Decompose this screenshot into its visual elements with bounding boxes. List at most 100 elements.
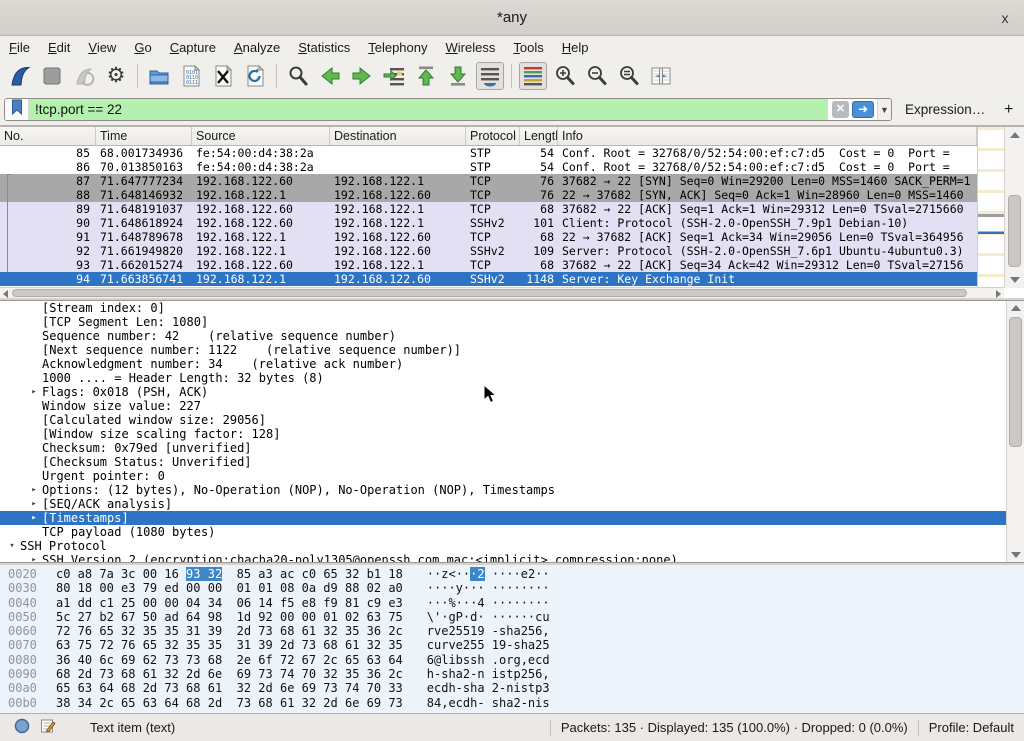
expander-icon[interactable]: ▸ bbox=[26, 497, 42, 511]
menu-capture[interactable]: Capture bbox=[161, 38, 225, 57]
capture-comment-button[interactable] bbox=[40, 718, 56, 737]
hex-row[interactable]: 003080 18 00 e3 79 ed 00 00 01 01 08 0a … bbox=[0, 581, 1024, 595]
column-header-time[interactable]: Time bbox=[96, 127, 192, 145]
auto-scroll-button[interactable] bbox=[476, 62, 504, 90]
detail-line-timestamps-selected[interactable]: ▸[Timestamps] bbox=[0, 511, 1006, 525]
profile-text[interactable]: Profile: Default bbox=[929, 720, 1014, 735]
packet-row-86[interactable]: 8670.013850163fe:54:00:d4:38:2aSTP54Conf… bbox=[0, 160, 977, 174]
menu-telephony[interactable]: Telephony bbox=[359, 38, 436, 57]
start-capture-button[interactable] bbox=[6, 62, 34, 90]
hex-row[interactable]: 007063 75 72 76 65 32 35 35 31 39 2d 73 … bbox=[0, 638, 1024, 652]
scrollbar-thumb[interactable] bbox=[1008, 195, 1021, 267]
column-header-no[interactable]: No. bbox=[0, 127, 96, 145]
zoom-out-button[interactable] bbox=[583, 62, 611, 90]
detail-line[interactable]: [Stream index: 0] bbox=[0, 301, 1024, 315]
restart-capture-button[interactable] bbox=[70, 62, 98, 90]
menu-file[interactable]: File bbox=[0, 38, 39, 57]
expression-button[interactable]: Expression… bbox=[905, 102, 985, 117]
close-window-button[interactable]: x bbox=[996, 9, 1014, 27]
column-header-destination[interactable]: Destination bbox=[330, 127, 466, 145]
column-header-length[interactable]: Length bbox=[520, 127, 558, 145]
scroll-right-arrow[interactable] bbox=[996, 290, 1001, 298]
go-last-button[interactable] bbox=[444, 62, 472, 90]
detail-line[interactable]: 1000 .... = Header Length: 32 bytes (8) bbox=[0, 371, 1024, 385]
scrollbar-thumb[interactable] bbox=[12, 289, 967, 297]
menu-view[interactable]: View bbox=[79, 38, 125, 57]
detail-line-options[interactable]: ▸Options: (12 bytes), No-Operation (NOP)… bbox=[0, 483, 1024, 497]
packet-row-91[interactable]: 9171.648789678192.168.122.1192.168.122.6… bbox=[0, 230, 977, 244]
capture-options-button[interactable]: ⚙ bbox=[102, 62, 130, 90]
close-file-button[interactable] bbox=[209, 62, 237, 90]
detail-line[interactable]: Sequence number: 42 (relative sequence n… bbox=[0, 329, 1024, 343]
hex-row[interactable]: 006072 76 65 32 35 35 31 39 2d 73 68 61 … bbox=[0, 624, 1024, 638]
column-header-info[interactable]: Info bbox=[558, 127, 977, 145]
hex-row[interactable]: 0020c0 a8 7a 3c 00 16 93 32 85 a3 ac c0 … bbox=[0, 567, 1024, 581]
menu-edit[interactable]: Edit bbox=[39, 38, 79, 57]
expander-icon[interactable]: ▸ bbox=[26, 553, 42, 563]
open-file-button[interactable] bbox=[145, 62, 173, 90]
go-to-packet-button[interactable] bbox=[380, 62, 408, 90]
packet-list-horizontal-scrollbar[interactable] bbox=[0, 287, 1004, 298]
hex-row[interactable]: 00505c 27 b2 67 50 ad 64 98 1d 92 00 00 … bbox=[0, 610, 1024, 624]
go-back-button[interactable] bbox=[316, 62, 344, 90]
go-forward-button[interactable] bbox=[348, 62, 376, 90]
expander-icon[interactable]: ▸ bbox=[26, 385, 42, 399]
packet-row-90[interactable]: 9071.648618924192.168.122.60192.168.122.… bbox=[0, 216, 977, 230]
column-header-source[interactable]: Source bbox=[192, 127, 330, 145]
zoom-reset-button[interactable] bbox=[615, 62, 643, 90]
detail-line[interactable]: [Window size scaling factor: 128] bbox=[0, 427, 1024, 441]
packet-row-93[interactable]: 9371.662015274192.168.122.60192.168.122.… bbox=[0, 258, 977, 272]
filter-add-button[interactable]: + bbox=[1004, 101, 1013, 119]
filter-apply-button[interactable]: ➜ bbox=[852, 101, 874, 118]
packet-list-vertical-scrollbar[interactable] bbox=[1004, 127, 1024, 288]
detail-line[interactable]: [TCP Segment Len: 1080] bbox=[0, 315, 1024, 329]
detail-line[interactable]: Checksum: 0x79ed [unverified] bbox=[0, 441, 1024, 455]
detail-line-ssh-protocol[interactable]: ▾SSH Protocol bbox=[0, 539, 1024, 553]
menu-wireless[interactable]: Wireless bbox=[437, 38, 505, 57]
detail-line[interactable]: Urgent pointer: 0 bbox=[0, 469, 1024, 483]
detail-line[interactable]: [Next sequence number: 1122 (relative se… bbox=[0, 343, 1024, 357]
hex-row[interactable]: 008036 40 6c 69 62 73 73 68 2e 6f 72 67 … bbox=[0, 653, 1024, 667]
packet-row-92[interactable]: 9271.661949820192.168.122.1192.168.122.6… bbox=[0, 244, 977, 258]
detail-vertical-scrollbar[interactable] bbox=[1006, 301, 1024, 562]
menu-tools[interactable]: Tools bbox=[504, 38, 552, 57]
menu-analyze[interactable]: Analyze bbox=[225, 38, 289, 57]
find-packet-button[interactable] bbox=[284, 62, 312, 90]
filter-history-dropdown[interactable]: ▼ bbox=[877, 99, 891, 120]
detail-line[interactable]: Acknowledgment number: 34 (relative ack … bbox=[0, 357, 1024, 371]
packet-row-87[interactable]: 8771.647777234192.168.122.60192.168.122.… bbox=[0, 174, 977, 188]
go-first-button[interactable] bbox=[412, 62, 440, 90]
packet-list-minimap[interactable] bbox=[977, 127, 1004, 288]
hex-row[interactable]: 009068 2d 73 68 61 32 2d 6e 69 73 74 70 … bbox=[0, 667, 1024, 681]
resize-columns-button[interactable] bbox=[647, 62, 675, 90]
save-file-button[interactable]: 010101100111 bbox=[177, 62, 205, 90]
scroll-down-arrow[interactable] bbox=[1011, 552, 1021, 558]
colorize-button[interactable] bbox=[519, 62, 547, 90]
expert-info-button[interactable] bbox=[14, 718, 30, 737]
expander-icon[interactable]: ▸ bbox=[26, 483, 42, 497]
detail-line-seq-ack[interactable]: ▸[SEQ/ACK analysis] bbox=[0, 497, 1024, 511]
scroll-up-arrow[interactable] bbox=[1010, 132, 1020, 138]
menu-statistics[interactable]: Statistics bbox=[289, 38, 359, 57]
expander-icon[interactable]: ▸ bbox=[26, 511, 42, 525]
zoom-in-button[interactable] bbox=[551, 62, 579, 90]
scrollbar-thumb[interactable] bbox=[1009, 317, 1022, 447]
menu-go[interactable]: Go bbox=[125, 38, 160, 57]
expander-icon[interactable]: ▾ bbox=[4, 539, 20, 553]
filter-bookmark-button[interactable] bbox=[5, 99, 29, 120]
detail-line[interactable]: TCP payload (1080 bytes) bbox=[0, 525, 1024, 539]
detail-line[interactable]: [Calculated window size: 29056] bbox=[0, 413, 1024, 427]
packet-row-94-selected[interactable]: 9471.663856741192.168.122.1192.168.122.6… bbox=[0, 272, 977, 286]
hex-row[interactable]: 00a065 63 64 68 2d 73 68 61 32 2d 6e 69 … bbox=[0, 681, 1024, 695]
packet-row-88[interactable]: 8871.648146932192.168.122.1192.168.122.6… bbox=[0, 188, 977, 202]
scroll-left-arrow[interactable] bbox=[3, 290, 8, 298]
scroll-up-arrow[interactable] bbox=[1011, 305, 1021, 311]
filter-clear-button[interactable]: ✕ bbox=[832, 101, 849, 118]
scroll-down-arrow[interactable] bbox=[1010, 277, 1020, 283]
hex-row[interactable]: 00b038 34 2c 65 63 64 68 2d 73 68 61 32 … bbox=[0, 696, 1024, 710]
display-filter-input[interactable] bbox=[29, 99, 828, 120]
stop-capture-button[interactable] bbox=[38, 62, 66, 90]
reload-file-button[interactable] bbox=[241, 62, 269, 90]
menu-help[interactable]: Help bbox=[553, 38, 598, 57]
detail-line[interactable]: Window size value: 227 bbox=[0, 399, 1024, 413]
